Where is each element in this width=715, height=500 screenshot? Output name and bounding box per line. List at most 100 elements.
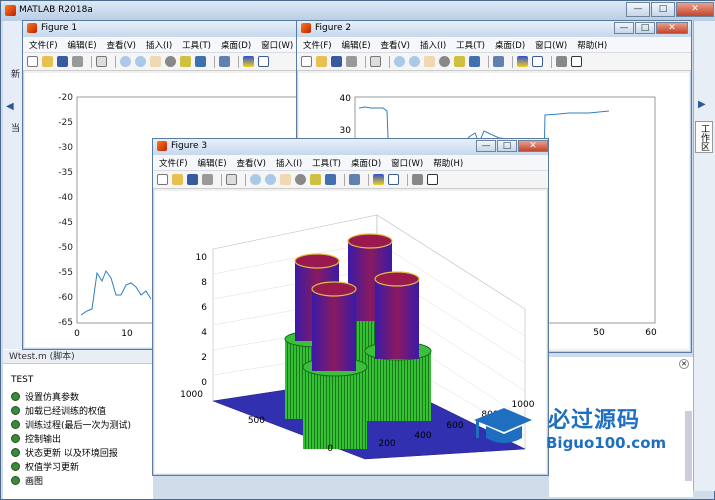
watermark-title: 必过源码 (548, 408, 641, 433)
legend-icon[interactable] (532, 56, 543, 67)
menu-help[interactable]: 帮助(H) (433, 157, 463, 169)
close-x-icon[interactable]: ✕ (679, 359, 689, 369)
pointer-icon[interactable] (370, 56, 381, 67)
hide-tools-icon[interactable] (412, 174, 423, 185)
zoom-out-icon[interactable] (135, 56, 146, 67)
new-file-icon[interactable] (157, 174, 168, 185)
menu-window[interactable]: 窗口(W) (535, 39, 567, 51)
ytick-label: 30 (340, 126, 352, 136)
zoom-in-icon[interactable] (250, 174, 261, 185)
main-maximize-button[interactable]: □ (651, 2, 675, 17)
brush-icon[interactable] (469, 56, 480, 67)
figure-2-maximize-button[interactable]: □ (635, 22, 655, 34)
save-icon[interactable] (331, 56, 342, 67)
list-item[interactable]: 设置仿真参数 (11, 389, 131, 403)
list-item[interactable]: 控制输出 (11, 431, 131, 445)
figure-3-close-button[interactable]: ✕ (518, 140, 548, 152)
link-icon[interactable] (349, 174, 360, 185)
figure-2-close-button[interactable]: ✕ (656, 22, 688, 34)
main-close-button[interactable]: ✕ (676, 2, 714, 17)
workspace-tab[interactable]: 工作区 (695, 121, 713, 153)
menu-window[interactable]: 窗口(W) (261, 39, 293, 51)
section-icon (11, 461, 20, 471)
list-item[interactable]: 加载已经训练的权值 (11, 403, 131, 417)
section-icon (11, 475, 20, 485)
menu-desktop[interactable]: 桌面(D) (351, 157, 381, 169)
pan-icon[interactable] (150, 56, 161, 67)
menu-tools[interactable]: 工具(T) (312, 157, 341, 169)
pan-icon[interactable] (280, 174, 291, 185)
dock-icon[interactable] (571, 56, 582, 67)
new-file-icon[interactable] (301, 56, 312, 67)
link-icon[interactable] (219, 56, 230, 67)
legend-icon[interactable] (388, 174, 399, 185)
menu-insert[interactable]: 插入(I) (420, 39, 446, 51)
open-folder-icon[interactable] (42, 56, 53, 67)
pointer-icon[interactable] (96, 56, 107, 67)
menu-desktop[interactable]: 桌面(D) (495, 39, 525, 51)
figure-2-menubar: 文件(F) 编辑(E) 查看(V) 插入(I) 工具(T) 桌面(D) 窗口(W… (297, 37, 691, 53)
figure-2-minimize-button[interactable]: — (614, 22, 634, 34)
list-item[interactable]: 权值学习更新 (11, 459, 131, 473)
list-item[interactable]: 状态更新 以及环境回报 (11, 445, 131, 459)
ytick-label: -60 (58, 293, 73, 303)
menu-edit[interactable]: 编辑(E) (68, 39, 97, 51)
menu-view[interactable]: 查看(V) (381, 39, 410, 51)
xtick-label: 400 (414, 431, 431, 441)
menu-file[interactable]: 文件(F) (29, 39, 58, 51)
zoom-in-icon[interactable] (120, 56, 131, 67)
data-cursor-icon[interactable] (454, 56, 465, 67)
menu-tools[interactable]: 工具(T) (456, 39, 485, 51)
list-item[interactable]: 训练过程(最后一次为测试) (11, 417, 131, 431)
link-icon[interactable] (493, 56, 504, 67)
right-arrow-icon[interactable]: ▶ (698, 99, 706, 110)
menu-insert[interactable]: 插入(I) (276, 157, 302, 169)
open-folder-icon[interactable] (172, 174, 183, 185)
menu-edit[interactable]: 编辑(E) (342, 39, 371, 51)
main-minimize-button[interactable]: — (626, 2, 650, 17)
zoom-out-icon[interactable] (409, 56, 420, 67)
pointer-icon[interactable] (226, 174, 237, 185)
rotate-icon[interactable] (165, 56, 176, 67)
list-item[interactable]: 画图 (11, 473, 131, 487)
data-cursor-icon[interactable] (310, 174, 321, 185)
rotate-icon[interactable] (295, 174, 306, 185)
print-icon[interactable] (346, 56, 357, 67)
ytick-label: -20 (58, 93, 73, 103)
menu-insert[interactable]: 插入(I) (146, 39, 172, 51)
zoom-in-icon[interactable] (394, 56, 405, 67)
colorbar-icon[interactable] (243, 56, 254, 67)
editor-scrollbar[interactable] (685, 411, 692, 481)
brush-icon[interactable] (195, 56, 206, 67)
back-arrow-icon[interactable]: ◀ (6, 101, 18, 113)
figure-3-minimize-button[interactable]: — (476, 140, 496, 152)
menu-edit[interactable]: 编辑(E) (198, 157, 227, 169)
data-cursor-icon[interactable] (180, 56, 191, 67)
menu-desktop[interactable]: 桌面(D) (221, 39, 251, 51)
legend-icon[interactable] (258, 56, 269, 67)
xtick-label: 50 (593, 328, 605, 338)
menu-help[interactable]: 帮助(H) (577, 39, 607, 51)
figure-3-maximize-button[interactable]: □ (497, 140, 517, 152)
menu-window[interactable]: 窗口(W) (391, 157, 423, 169)
pan-icon[interactable] (424, 56, 435, 67)
open-folder-icon[interactable] (316, 56, 327, 67)
dock-icon[interactable] (427, 174, 438, 185)
save-icon[interactable] (187, 174, 198, 185)
menu-file[interactable]: 文件(F) (303, 39, 332, 51)
colorbar-icon[interactable] (517, 56, 528, 67)
print-icon[interactable] (202, 174, 213, 185)
rotate-icon[interactable] (439, 56, 450, 67)
menu-file[interactable]: 文件(F) (159, 157, 188, 169)
new-file-icon[interactable] (27, 56, 38, 67)
hide-tools-icon[interactable] (556, 56, 567, 67)
watermark: 必过源码 Biguo100.com (470, 398, 670, 460)
menu-view[interactable]: 查看(V) (107, 39, 136, 51)
menu-view[interactable]: 查看(V) (237, 157, 266, 169)
colorbar-icon[interactable] (373, 174, 384, 185)
save-icon[interactable] (57, 56, 68, 67)
brush-icon[interactable] (325, 174, 336, 185)
zoom-out-icon[interactable] (265, 174, 276, 185)
menu-tools[interactable]: 工具(T) (182, 39, 211, 51)
print-icon[interactable] (72, 56, 83, 67)
